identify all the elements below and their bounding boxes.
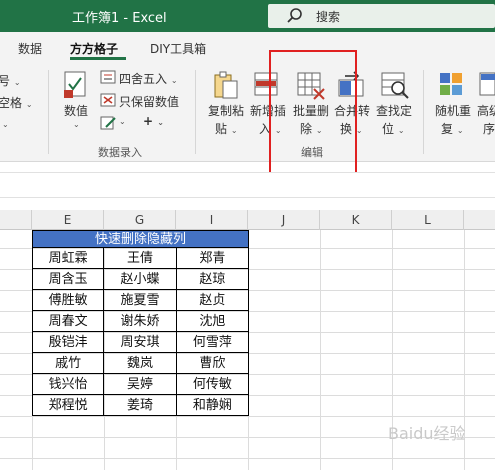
table-cell[interactable]: 傅胜敏 [32, 290, 105, 311]
column-header-spacer [0, 210, 32, 230]
table-cell[interactable]: 何雪萍 [176, 332, 249, 353]
ribbon-left-cut-1[interactable]: 号 ⌄ [0, 72, 21, 89]
table-cell[interactable]: 周春文 [32, 311, 105, 332]
plus-button[interactable]: + ⌄ [143, 114, 164, 128]
column-header-i[interactable]: I [176, 210, 248, 230]
baidu-watermark: Baidu经验 [388, 424, 466, 443]
column-header-l[interactable]: L [392, 210, 464, 230]
ribbon-divider [423, 70, 424, 154]
grid-line [320, 230, 321, 470]
table-cell[interactable]: 钱兴怡 [32, 374, 105, 395]
value-button[interactable]: 数值 [64, 102, 88, 119]
search-box[interactable]: 搜索 [268, 4, 495, 28]
round-icon [100, 70, 116, 84]
column-header-j[interactable]: J [248, 210, 320, 230]
table-cell[interactable]: 沈旭 [176, 311, 249, 332]
window-title: 工作簿1 - Excel [72, 11, 167, 26]
active-tab-indicator [70, 57, 126, 60]
table-cell[interactable]: 何传敏 [176, 374, 249, 395]
table-cell[interactable]: 王倩 [104, 248, 177, 269]
tab-diy-toolbox[interactable]: DIY工具箱 [150, 40, 206, 57]
table-cell[interactable]: 周虹霖 [32, 248, 105, 269]
edit-icon [100, 116, 116, 130]
tab-data[interactable]: 数据 [18, 40, 42, 57]
table-cell[interactable]: 魏岚 [104, 353, 177, 374]
highlight-box [269, 50, 357, 187]
copy-paste-button-line2[interactable]: 贴 ⌄ [215, 120, 238, 137]
table-cell[interactable]: 曹欣 [176, 353, 249, 374]
random-repeat-button-line2[interactable]: 复 ⌄ [441, 120, 464, 137]
group-label-data-entry: 数据录入 [98, 146, 142, 159]
copy-paste-icon [214, 71, 238, 99]
column-headers: E G I J K L [0, 210, 495, 230]
value-icon [64, 71, 86, 98]
table-cell[interactable]: 戚竹 [32, 353, 105, 374]
table-cell[interactable]: 谢朱娇 [104, 311, 177, 332]
find-locate-icon [381, 72, 409, 99]
column-header-e[interactable]: E [32, 210, 104, 230]
ribbon-divider [195, 70, 196, 154]
column-header-k[interactable]: K [320, 210, 392, 230]
title-bar: 工作簿1 - Excel 搜索 [0, 0, 495, 32]
grid-line [0, 416, 495, 417]
table-title[interactable]: 快速删除隐藏列 [32, 230, 249, 248]
round-button[interactable]: 四舍五入 ⌄ [119, 70, 178, 87]
table-cell[interactable]: 赵贞 [176, 290, 249, 311]
ribbon-left-cut-2[interactable]: 空格 ⌄ [0, 94, 33, 111]
value-dropdown-caret[interactable]: ⌄ [73, 120, 80, 129]
formula-bar[interactable] [0, 172, 495, 198]
table-cell[interactable]: 周含玉 [32, 269, 105, 290]
edit-dropdown-caret[interactable]: ⌄ [119, 117, 126, 126]
search-label: 搜索 [316, 10, 341, 24]
table-cell[interactable]: 郑程悦 [32, 395, 105, 416]
table-cell[interactable]: 殷铠沣 [32, 332, 105, 353]
table-cell[interactable]: 施夏雪 [104, 290, 177, 311]
table-cell[interactable]: 吴婷 [104, 374, 177, 395]
table-cell[interactable]: 赵琼 [176, 269, 249, 290]
table-cell[interactable]: 姜琦 [104, 395, 177, 416]
find-locate-button[interactable]: 查找定 [376, 102, 412, 119]
tab-fangfang[interactable]: 方方格子 [70, 40, 118, 57]
column-header-g[interactable]: G [104, 210, 176, 230]
search-icon [287, 8, 302, 23]
table-cell[interactable]: 赵小蝶 [104, 269, 177, 290]
advanced-sort-button-line2[interactable]: 序 [483, 120, 495, 137]
table-cell[interactable]: 和静娴 [176, 395, 249, 416]
table-cell[interactable]: 郑青 [176, 248, 249, 269]
keep-value-icon [100, 93, 116, 107]
table-cell[interactable]: 周安琪 [104, 332, 177, 353]
advanced-sort-button[interactable]: 高级 [477, 102, 495, 119]
ribbon-divider [48, 70, 49, 154]
ribbon-left-cut-3[interactable]: ⌄ [2, 116, 9, 130]
random-repeat-icon [440, 73, 462, 95]
keep-value-button[interactable]: 只保留数值 [119, 93, 179, 110]
advanced-sort-icon [479, 72, 495, 96]
random-repeat-button[interactable]: 随机重 [435, 102, 471, 119]
copy-paste-button[interactable]: 复制粘 [208, 102, 244, 119]
find-locate-button-line2[interactable]: 位 ⌄ [382, 120, 405, 137]
